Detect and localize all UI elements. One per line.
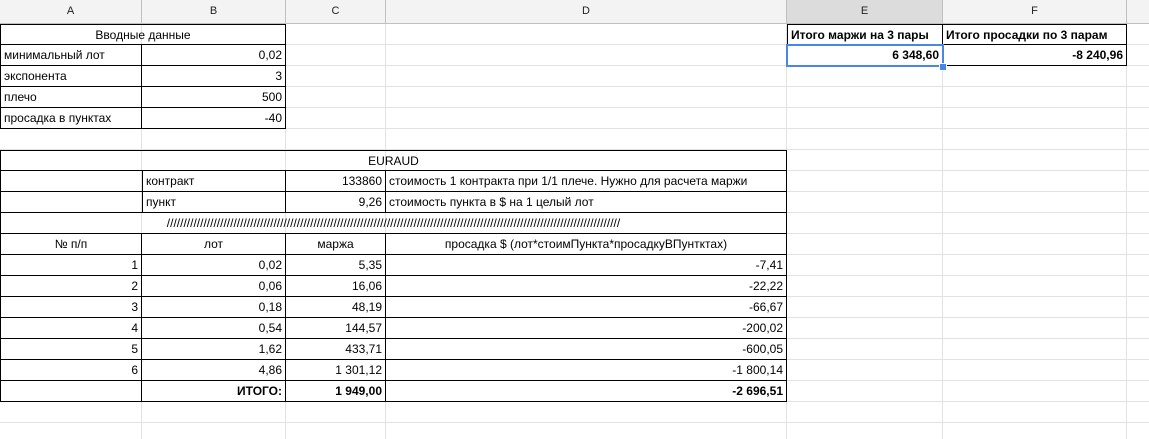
header-lot[interactable]: лот — [142, 234, 286, 255]
input-value-exponent[interactable]: 3 — [142, 66, 286, 87]
column-header-d[interactable]: D — [386, 0, 787, 23]
row-number[interactable]: 6 — [0, 360, 142, 381]
point-note[interactable]: стоимость пункта в $ на 1 целый лот — [386, 192, 787, 213]
input-value-drawdown-points[interactable]: -40 — [142, 108, 286, 129]
row-margin[interactable]: 433,71 — [286, 339, 386, 360]
row-lot[interactable]: 0,06 — [142, 276, 286, 297]
input-label-exponent[interactable]: экспонента — [0, 66, 142, 87]
row-lot[interactable]: 0,54 — [142, 318, 286, 339]
column-header-b[interactable]: B — [142, 0, 286, 23]
row-drawdown[interactable]: -200,02 — [386, 318, 787, 339]
row-margin[interactable]: 5,35 — [286, 255, 386, 276]
input-label-min-lot[interactable]: минимальный лот — [0, 45, 142, 66]
column-header-g[interactable] — [1127, 0, 1149, 23]
pair-title[interactable]: EURAUD — [0, 150, 787, 171]
row-margin[interactable]: 48,19 — [286, 297, 386, 318]
summary-margin-header[interactable]: Итого маржи на 3 пары — [787, 24, 943, 45]
contract-value[interactable]: 133860 — [286, 171, 386, 192]
row-margin[interactable]: 144,57 — [286, 318, 386, 339]
total-label[interactable]: ИТОГО: — [142, 381, 286, 402]
spreadsheet: A B C D E F Вводные данные минимальный л… — [0, 0, 1149, 439]
row-lot[interactable]: 0,02 — [142, 255, 286, 276]
fill-handle[interactable] — [939, 63, 947, 71]
total-margin[interactable]: 1 949,00 — [286, 381, 386, 402]
contract-label[interactable]: контракт — [142, 171, 286, 192]
active-cell-selection — [786, 44, 944, 67]
row-drawdown[interactable]: -7,41 — [386, 255, 787, 276]
row-drawdown[interactable]: -1 800,14 — [386, 360, 787, 381]
summary-drawdown-header[interactable]: Итого просадки по 3 парам — [943, 24, 1127, 45]
input-block-title[interactable]: Вводные данные — [0, 24, 286, 45]
input-value-min-lot[interactable]: 0,02 — [142, 45, 286, 66]
row-margin[interactable]: 16,06 — [286, 276, 386, 297]
input-label-drawdown-points[interactable]: просадка в пунктах — [0, 108, 142, 129]
header-drawdown[interactable]: просадка $ (лот*стоимПункта*просадкуВПун… — [386, 234, 787, 255]
summary-drawdown-value[interactable]: -8 240,96 — [943, 45, 1127, 66]
point-label[interactable]: пункт — [142, 192, 286, 213]
row-lot[interactable]: 4,86 — [142, 360, 286, 381]
separator-row[interactable]: ////////////////////////////////////////… — [0, 213, 787, 234]
cell-grid[interactable]: Вводные данные минимальный лот 0,02 эксп… — [0, 24, 1149, 439]
total-drawdown[interactable]: -2 696,51 — [386, 381, 787, 402]
row-number[interactable]: 5 — [0, 339, 142, 360]
row-drawdown[interactable]: -600,05 — [386, 339, 787, 360]
column-header-c[interactable]: C — [286, 0, 386, 23]
point-value[interactable]: 9,26 — [286, 192, 386, 213]
row-lot[interactable]: 0,18 — [142, 297, 286, 318]
row-drawdown[interactable]: -66,67 — [386, 297, 787, 318]
column-header-e[interactable]: E — [787, 0, 943, 23]
row-margin[interactable]: 1 301,12 — [286, 360, 386, 381]
row-drawdown[interactable]: -22,22 — [386, 276, 787, 297]
column-header-a[interactable]: A — [0, 0, 142, 23]
header-number[interactable]: № п/п — [0, 234, 142, 255]
row-number[interactable]: 3 — [0, 297, 142, 318]
column-header-f[interactable]: F — [943, 0, 1127, 23]
contract-note[interactable]: стоимость 1 контракта при 1/1 плече. Нуж… — [386, 171, 787, 192]
column-header-bar: A B C D E F — [0, 0, 1149, 24]
row-number[interactable]: 2 — [0, 276, 142, 297]
header-margin[interactable]: маржа — [286, 234, 386, 255]
input-value-leverage[interactable]: 500 — [142, 87, 286, 108]
pair-blank-cell[interactable] — [0, 171, 142, 192]
row-lot[interactable]: 1,62 — [142, 339, 286, 360]
input-label-leverage[interactable]: плечо — [0, 87, 142, 108]
row-number[interactable]: 4 — [0, 318, 142, 339]
row-number[interactable]: 1 — [0, 255, 142, 276]
total-blank-cell[interactable] — [0, 381, 142, 402]
pair-blank-cell[interactable] — [0, 192, 142, 213]
